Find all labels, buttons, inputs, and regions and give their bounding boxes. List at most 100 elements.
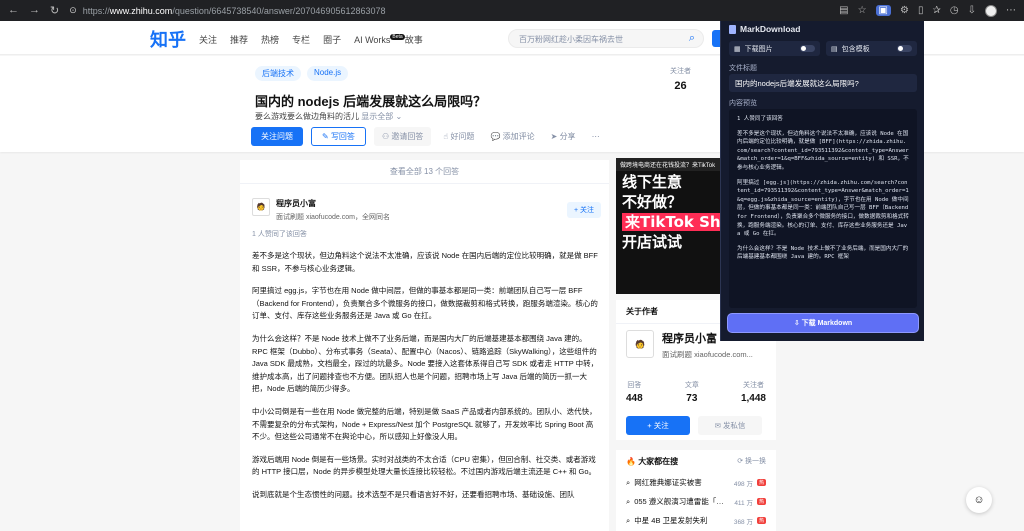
nav-follow[interactable]: 关注 (199, 33, 217, 46)
answer-author: 🧑 程序员小富 面试刷题 xiaofucode.com，全网同名 (252, 198, 390, 222)
hot-badge: 热 (756, 498, 766, 505)
good-question-label: 好问题 (450, 132, 475, 141)
more-icon[interactable]: ⋯ (588, 129, 604, 144)
follow-author-button[interactable]: + 关注 (626, 416, 690, 435)
stat-value: 1,448 (740, 393, 766, 404)
toggle-label: 包含模板 (841, 45, 870, 53)
nav-ai-works[interactable]: AI Works Beta 故事 (354, 33, 423, 46)
hot-badge: 热 (756, 517, 766, 524)
topic-tag[interactable]: 后端技术 (255, 66, 301, 81)
forward-icon[interactable]: → (29, 4, 40, 17)
answer-card: 查看全部 13 个回答 🧑 程序员小富 面试刷题 xiaofucode.com，… (240, 160, 609, 531)
author-avatar[interactable]: 🧑 (626, 330, 654, 358)
markdown-preview[interactable]: 1 人赞同了该回答 差不多是这个现状，但边角料这个说法不太准确，应该说 Node… (729, 109, 917, 308)
back-icon[interactable]: ← (8, 4, 19, 17)
url-scheme: https:// (82, 5, 110, 16)
preview-line: 1 人赞同了该回答 (737, 116, 783, 122)
hot-search-text: 中星 4B 卫星发射失利 (634, 516, 708, 525)
good-question-button[interactable]: ☝ 好问题 (439, 128, 478, 145)
extensions-icon[interactable]: ⚙ (900, 5, 909, 16)
markdownload-extension-icon[interactable]: ▣ (875, 5, 891, 16)
share-button[interactable]: ➤ 分享 (547, 128, 580, 145)
nav-column[interactable]: 专栏 (292, 33, 310, 46)
toggle-label: 下载图片 (744, 45, 773, 53)
view-all-answers-link[interactable]: 查看全部 13 个回答 (240, 160, 609, 184)
follow-question-button[interactable]: 关注问题 (251, 127, 303, 146)
topic-tag[interactable]: Node.js (307, 66, 349, 81)
pen-icon: ✎ (322, 132, 331, 141)
show-all-link[interactable]: 显示全部 (361, 112, 393, 121)
assistant-float-icon[interactable]: ☺ (966, 487, 992, 513)
question-title: 国内的 nodejs 后端发展就这么局限吗？ (255, 94, 487, 109)
search-icon[interactable]: ⌕ (689, 32, 695, 45)
zhihu-logo[interactable]: 知乎 (150, 26, 186, 52)
invite-icon: ⚇ (381, 132, 392, 141)
download-icon: ⇩ (793, 320, 802, 327)
reader-icon[interactable]: ▤ (839, 5, 848, 16)
include-template-toggle[interactable]: ▤ 包含模板 (826, 41, 917, 56)
invite-label: 邀请回答 (391, 132, 424, 141)
toggle-switch[interactable] (897, 45, 912, 52)
stat-value: 26 (674, 80, 687, 92)
profile-avatar[interactable] (985, 4, 997, 17)
search-placeholder: 百万粉网红趁小柔因车祸去世 (519, 35, 623, 44)
author-name[interactable]: 程序员小富 (276, 198, 390, 209)
popup-title-text: MarkDownload (740, 24, 801, 34)
split-icon[interactable]: ▯ (918, 5, 924, 16)
nav-hot[interactable]: 热榜 (261, 33, 279, 46)
browser-toolbar: ← → ↻ ⊙ https://www.zhihu.com/question/6… (0, 0, 1024, 21)
toggle-switch[interactable] (800, 45, 815, 52)
markdownload-popup: MarkDownload ▦ 下载图片 ▤ 包含模板 文件标题 国内的nodej… (720, 21, 924, 341)
add-comment-button[interactable]: 💬 添加评论 (486, 128, 538, 145)
write-answer-label: 写回答 (330, 132, 355, 141)
share-label: 分享 (559, 132, 576, 141)
downloads-icon[interactable]: ⇩ (968, 5, 976, 16)
hot-search-item[interactable]: ⌕ 055 遵义舰演习遭雷能「… 411 万 热 (616, 492, 776, 511)
search-icon: ⌕ (626, 515, 631, 525)
site-info-icon[interactable]: ⊙ (69, 5, 77, 16)
image-icon: ▦ (734, 45, 741, 53)
hot-badge: 热 (756, 479, 766, 486)
stat-label: 关注者 (742, 382, 764, 389)
invite-answer-button[interactable]: ⚇ 邀请回答 (373, 127, 432, 146)
stat-answers[interactable]: 回答 448 (626, 380, 643, 404)
chevron-down-icon[interactable]: ⌄ (395, 112, 402, 121)
search-input[interactable]: 百万粉网红趁小柔因车祸去世 ⌕ (508, 29, 704, 48)
reload-icon[interactable]: ↻ (50, 4, 59, 17)
topic-tags: 后端技术 Node.js (255, 66, 349, 81)
nav-recommend[interactable]: 推荐 (230, 33, 248, 46)
follow-author-button[interactable]: + 关注 (566, 202, 601, 218)
question-desc-text: 要么游戏要么做边角料的活儿 (255, 112, 359, 121)
write-answer-button[interactable]: ✎ 写回答 (311, 127, 366, 146)
stat-followers[interactable]: 关注者 1,448 (741, 380, 766, 404)
nav-circle[interactable]: 圈子 (323, 33, 341, 46)
hot-search-card: 🔥 大家都在搜 ⟳ 换一换 ⌕ 网红雅典娜证实被害 498 万 热 ⌕ 055 … (616, 450, 776, 531)
download-label: 下载 Markdown (801, 320, 853, 327)
file-title-input[interactable]: 国内的nodejs后端发展就这么局限吗? (729, 74, 917, 92)
menu-icon[interactable]: ⋯ (1006, 5, 1016, 16)
message-button[interactable]: ✉ 发私信 (698, 416, 762, 435)
download-markdown-button[interactable]: ⇩ 下载 Markdown (727, 313, 919, 333)
refresh-button[interactable]: ⟳ 换一换 (737, 456, 766, 467)
hot-search-item[interactable]: ⌕ 中星 4B 卫星发射失利 368 万 热 (616, 511, 776, 530)
nav-ai-works-label: AI Works (354, 35, 391, 45)
download-images-toggle[interactable]: ▦ 下载图片 (729, 41, 820, 56)
author-bio: 面试刷题 xiaofucode.com，全网同名 (276, 214, 390, 221)
bookmark-star-icon[interactable]: ☆ (858, 5, 867, 16)
favorites-icon[interactable]: ✰ (932, 5, 940, 16)
stat-articles[interactable]: 文章 73 (685, 380, 699, 404)
answer-paragraph: 差不多是这个现状，但边角料这个说法不太准确，应该说 Node 在国内后端的定位比… (252, 251, 598, 273)
preview-line: 差不多是这个现状，但边角料这个说法不太准确，应该说 Node 在国内后端的定位比… (737, 130, 909, 171)
hot-search-count: 368 万 (733, 518, 753, 526)
preview-label: 内容预览 (729, 100, 757, 107)
share-icon: ➤ (550, 132, 560, 141)
hot-search-count: 411 万 (734, 499, 753, 507)
hot-search-item[interactable]: ⌕ 网红雅典娜证实被害 498 万 热 (616, 473, 776, 492)
answer-paragraph: 游戏后端用 Node 倒是有一些场景。实时对战类的不太合适（CPU 密集），但回… (252, 454, 597, 477)
address-bar[interactable]: ⊙ https://www.zhihu.com/question/6645738… (69, 5, 709, 16)
author-avatar[interactable]: 🧑 (252, 198, 270, 216)
history-icon[interactable]: ◷ (950, 5, 959, 16)
url-host: www.zhihu.com (109, 5, 173, 16)
add-comment-label: 添加评论 (502, 132, 535, 141)
preview-line: 阿里搞过 [egg.js](https://zhida.zhihu.com/se… (737, 179, 909, 238)
